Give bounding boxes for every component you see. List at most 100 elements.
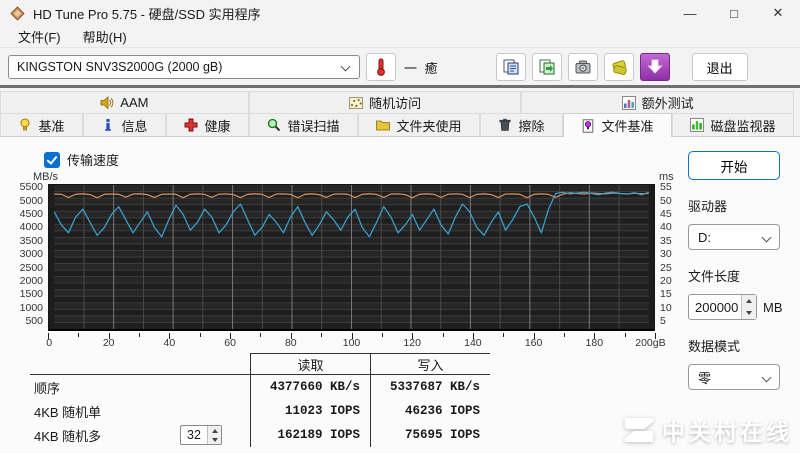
tab-extra-tests[interactable]: 额外测试 xyxy=(521,91,794,113)
tab-erase[interactable]: 擦除 xyxy=(480,113,563,136)
y-tick-label: 3500 xyxy=(19,234,43,247)
folder-icon xyxy=(376,118,391,132)
info-icon xyxy=(101,118,115,132)
tabs-row-top: AAM 随机访问 额外测试 xyxy=(0,91,794,113)
chart-plot-area xyxy=(48,184,655,331)
x-tick-label: 140 xyxy=(464,337,482,349)
read-value: 11023 IOPS xyxy=(250,399,370,423)
tab-disk-monitor[interactable]: 磁盘监视器 xyxy=(672,113,794,136)
x-axis-ticks: 0 20 40 60 80 100 120 140 160 180 200gB xyxy=(46,333,666,350)
copy-pages-green-icon xyxy=(539,59,555,75)
save-results-button[interactable] xyxy=(603,53,634,81)
menu-help[interactable]: 帮助(H) xyxy=(73,25,137,48)
close-button[interactable]: ✕ xyxy=(756,0,800,26)
copy-info-button[interactable] xyxy=(495,53,526,81)
drive-dropdown-value: D: xyxy=(698,229,711,245)
drive-selector-dropdown[interactable]: KINGSTON SNV3S2000G (2000 gB) xyxy=(8,55,360,79)
y-tick-label: 4500 xyxy=(19,208,43,221)
write-column-header: 写入 xyxy=(370,353,490,374)
drive-selector-value: KINGSTON SNV3S2000G (2000 gB) xyxy=(17,60,223,74)
stepper-down-button[interactable] xyxy=(742,307,756,319)
x-tick-label: 180 xyxy=(585,337,604,349)
start-button[interactable]: 开始 xyxy=(688,151,780,180)
screenshot-button[interactable] xyxy=(567,53,598,81)
x-tick xyxy=(199,333,201,337)
toolbar: KINGSTON SNV3S2000G (2000 gB) 一 癒 退出 xyxy=(0,49,800,88)
stepper-up-button[interactable] xyxy=(208,426,221,435)
read-value: 162189 IOPS xyxy=(250,423,370,447)
x-tick xyxy=(321,333,323,337)
stepper-up-button[interactable] xyxy=(742,295,756,307)
x-tick-label: 40 xyxy=(163,337,176,349)
row-label: 4KB 随机多 xyxy=(34,428,102,444)
tab-info[interactable]: 信息 xyxy=(83,113,166,136)
x-tick xyxy=(624,333,626,337)
x-tick-label: 20 xyxy=(102,337,115,349)
speaker-icon xyxy=(100,95,114,110)
tab-random-access[interactable]: 随机访问 xyxy=(248,91,522,113)
maximize-button[interactable]: □ xyxy=(712,0,756,26)
data-pattern-label: 数据模式 xyxy=(688,339,741,354)
tab-benchmark[interactable]: 基准 xyxy=(0,113,83,136)
tab-label: 基准 xyxy=(38,118,65,134)
download-arrow-icon xyxy=(646,59,663,74)
row-label: 4KB 随机单 xyxy=(34,404,102,420)
file-length-stepper[interactable]: 200000 xyxy=(688,294,757,320)
x-tick-label: 160 xyxy=(524,337,543,349)
data-pattern-dropdown[interactable]: 零 xyxy=(688,364,780,390)
file-length-value: 200000 xyxy=(695,299,739,315)
file-benchmark-icon xyxy=(581,118,595,133)
table-row: 4KB 随机单 11023 IOPS 46236 IOPS xyxy=(30,399,490,423)
data-pattern-value: 零 xyxy=(698,370,712,386)
x-tick xyxy=(503,333,505,337)
copy-file-button[interactable] xyxy=(531,53,562,81)
menu-file[interactable]: 文件(F) xyxy=(8,25,71,48)
y-tick-label: 30 xyxy=(660,248,672,261)
y-tick-label: 25 xyxy=(660,261,672,274)
y-axis-left-ticks: 5500 5000 4500 4000 3500 3000 2500 2000 1500 1000… xyxy=(0,181,45,331)
write-value: 46236 IOPS xyxy=(370,399,490,423)
x-tick xyxy=(442,333,444,337)
drive-label: 驱动器 xyxy=(688,199,728,214)
exit-button[interactable]: 退出 xyxy=(691,53,748,81)
write-value: 75695 IOPS xyxy=(370,423,490,447)
download-button[interactable] xyxy=(639,53,670,81)
read-column-header: 读取 xyxy=(250,353,370,374)
tab-aam[interactable]: AAM xyxy=(0,91,249,113)
tab-label: 文件基准 xyxy=(601,119,654,134)
transfer-speed-label: 传输速度 xyxy=(67,153,120,168)
read-value: 4377660 KB/s xyxy=(250,375,370,399)
x-tick-label: 120 xyxy=(403,337,421,349)
minimize-button[interactable]: — xyxy=(668,0,712,26)
stepper-down-button[interactable] xyxy=(208,435,221,444)
y-tick-label: 5500 xyxy=(19,181,43,194)
x-tick-label: 100 xyxy=(342,337,361,349)
y-tick-label: 1500 xyxy=(19,288,43,301)
y-tick-label: 1000 xyxy=(19,301,43,314)
tab-folder-usage[interactable]: 文件夹使用 xyxy=(358,113,480,136)
tab-file-benchmark[interactable]: 文件基准 xyxy=(563,113,672,137)
drive-dropdown[interactable]: D: xyxy=(688,224,780,250)
queue-depth-stepper[interactable]: 32 xyxy=(180,425,222,445)
tab-label: 错误扫描 xyxy=(287,118,340,134)
save-yellow-icon xyxy=(612,60,627,75)
y-tick-label: 20 xyxy=(660,274,672,287)
tab-label: 擦除 xyxy=(518,118,545,134)
tab-label: 文件夹使用 xyxy=(396,118,462,134)
transfer-speed-chart: MB/s ms 5500 5000 4500 4000 3500 3000 2500 2000… xyxy=(0,170,690,349)
random-access-icon xyxy=(349,96,364,110)
camera-icon xyxy=(575,60,591,74)
tab-error-scan[interactable]: 错误扫描 xyxy=(249,113,358,136)
transfer-speed-checkbox[interactable] xyxy=(44,151,60,168)
x-tick-label: 80 xyxy=(284,337,297,349)
extra-tests-icon xyxy=(621,95,636,110)
x-tick xyxy=(78,333,80,337)
x-tick xyxy=(563,333,565,337)
x-tick xyxy=(260,333,262,337)
chevron-down-icon xyxy=(340,61,351,72)
tab-health[interactable]: 健康 xyxy=(166,113,249,136)
temperature-button[interactable] xyxy=(366,53,396,81)
y-tick-label: 5 xyxy=(660,314,666,327)
copy-pages-blue-icon xyxy=(503,59,519,75)
disk-monitor-icon xyxy=(690,118,705,132)
